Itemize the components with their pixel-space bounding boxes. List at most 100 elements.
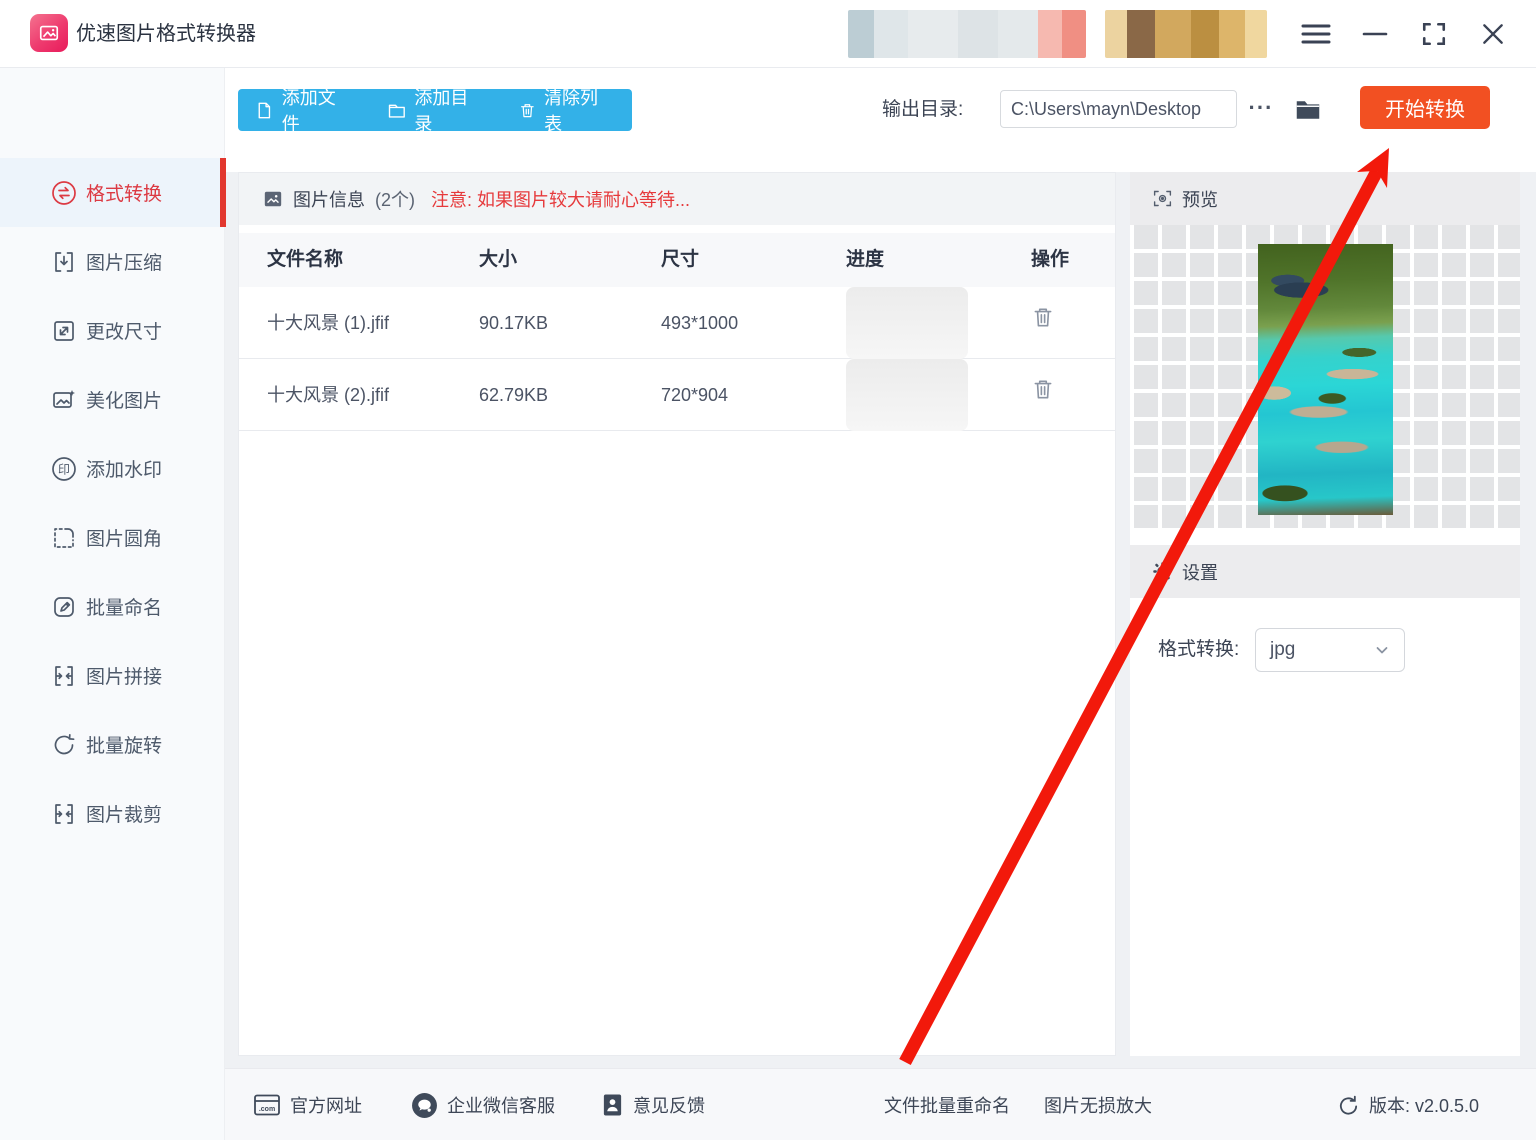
sidebar-item-label: 图片拼接 [86, 662, 162, 689]
add-file-button[interactable]: 添加文件 [238, 89, 370, 131]
splice-icon [50, 662, 77, 689]
feedback-link[interactable]: 意见反馈 [601, 1069, 705, 1141]
open-folder-button[interactable] [1293, 95, 1323, 125]
file-count: (2个) [375, 186, 415, 212]
sidebar-item-label: 批量旋转 [86, 731, 162, 758]
close-button[interactable] [1480, 21, 1506, 47]
sidebar: 格式转换 图片压缩 更改尺寸 美化图片 [0, 68, 225, 1140]
sidebar-item-beautify[interactable]: 美化图片 [0, 365, 225, 434]
folder-icon [387, 101, 407, 120]
sidebar-item-label: 美化图片 [86, 386, 162, 413]
folder-icon [1293, 95, 1323, 125]
table-header-row: 文件名称 大小 尺寸 进度 操作 [239, 233, 1115, 287]
blurred-user-badge [1105, 10, 1267, 58]
file-dimensions: 493*1000 [661, 287, 738, 359]
wechat-support-link[interactable]: 企业微信客服 [411, 1069, 555, 1141]
version-info[interactable]: 版本: v2.0.5.0 [1337, 1069, 1479, 1141]
feedback-icon [601, 1092, 624, 1118]
trash-icon [519, 101, 536, 120]
sidebar-item-label: 格式转换 [86, 179, 162, 206]
delete-file-button[interactable] [1031, 287, 1055, 359]
active-indicator-bar [220, 158, 226, 227]
format-selected-value: jpg [1270, 639, 1295, 661]
sidebar-item-batch-rotate[interactable]: 批量旋转 [0, 710, 225, 779]
beautify-image-icon [50, 386, 77, 413]
blurred-account-info [848, 10, 1086, 58]
gear-icon [1152, 561, 1173, 582]
compress-icon [50, 248, 77, 275]
svg-text:印: 印 [57, 462, 69, 476]
file-name: 十大风景 (2).jfif [267, 359, 389, 431]
crop-icon [50, 800, 77, 827]
version-text: 版本: v2.0.5.0 [1369, 1092, 1479, 1118]
menu-icon[interactable] [1301, 22, 1331, 46]
file-name: 十大风景 (1).jfif [267, 287, 389, 359]
rounded-corner-icon [50, 524, 77, 551]
start-convert-button[interactable]: 开始转换 [1360, 86, 1490, 129]
preview-image [1258, 244, 1393, 515]
sidebar-item-label: 添加水印 [86, 455, 162, 482]
official-site-link[interactable]: .com 官方网址 [253, 1069, 362, 1141]
sidebar-item-image-crop[interactable]: 图片裁剪 [0, 779, 225, 848]
sidebar-item-resize[interactable]: 更改尺寸 [0, 296, 225, 365]
preview-header: 预览 [1130, 172, 1520, 225]
clear-list-button[interactable]: 清除列表 [502, 89, 632, 131]
batch-rename-link[interactable]: 文件批量重命名 [884, 1069, 1010, 1141]
image-info-header: 图片信息 (2个) 注意: 如果图片较大请耐心等待... [239, 173, 1115, 225]
website-icon: .com [253, 1093, 281, 1117]
settings-header: 设置 [1130, 545, 1520, 598]
sidebar-item-watermark[interactable]: 印 添加水印 [0, 434, 225, 503]
app-title: 优速图片格式转换器 [76, 0, 256, 68]
file-actions-toolbar: 添加文件 添加目录 清除列表 [238, 89, 632, 131]
output-dir-input[interactable]: C:\Users\mayn\Desktop [1000, 90, 1237, 128]
maximize-button[interactable] [1421, 21, 1447, 47]
file-icon [255, 101, 274, 120]
preview-settings-panel: 预览 设置 格式转换: jpg [1130, 172, 1520, 1056]
lossless-upscale-link[interactable]: 图片无损放大 [1044, 1069, 1152, 1141]
wechat-icon [411, 1092, 438, 1119]
svg-text:.com: .com [259, 1106, 275, 1113]
trash-icon [1031, 377, 1055, 401]
transparency-checkerboard [1130, 225, 1520, 528]
format-select-dropdown[interactable]: jpg [1255, 628, 1405, 672]
col-operations: 操作 [1031, 233, 1069, 287]
settings-title: 设置 [1182, 559, 1218, 585]
app-logo-icon [30, 14, 68, 52]
table-row: 十大风景 (1).jfif 90.17KB 493*1000 [239, 287, 1115, 359]
sidebar-item-format-convert[interactable]: 格式转换 [0, 158, 225, 227]
image-info-icon [263, 189, 283, 209]
format-convert-label: 格式转换: [1158, 628, 1239, 672]
file-size: 90.17KB [479, 287, 548, 359]
col-dimensions: 尺寸 [661, 233, 699, 287]
chevron-down-icon [1374, 642, 1390, 658]
table-row: 十大风景 (2).jfif 62.79KB 720*904 [239, 359, 1115, 431]
sidebar-item-label: 图片压缩 [86, 248, 162, 275]
col-filename: 文件名称 [267, 233, 343, 287]
file-size: 62.79KB [479, 359, 548, 431]
footer-bar: .com 官方网址 企业微信客服 意见反馈 文件批量重命名 图片无损放大 版本:… [225, 1068, 1536, 1140]
sidebar-item-batch-rename[interactable]: 批量命名 [0, 572, 225, 641]
output-dir-label: 输出目录: [882, 89, 963, 131]
minimize-button[interactable] [1362, 22, 1388, 46]
sidebar-item-label: 图片圆角 [86, 524, 162, 551]
sidebar-item-rounded-corner[interactable]: 图片圆角 [0, 503, 225, 572]
delete-file-button[interactable] [1031, 359, 1055, 431]
size-warning-text: 注意: 如果图片较大请耐心等待... [431, 186, 690, 212]
trash-icon [1031, 305, 1055, 329]
format-convert-icon [50, 179, 77, 206]
add-directory-button[interactable]: 添加目录 [370, 89, 503, 131]
sidebar-item-image-compress[interactable]: 图片压缩 [0, 227, 225, 296]
title-bar: 优速图片格式转换器 [0, 0, 1536, 68]
sidebar-item-image-splice[interactable]: 图片拼接 [0, 641, 225, 710]
rotate-icon [50, 731, 77, 758]
panel-title: 图片信息 [293, 186, 365, 212]
browse-more-button[interactable]: ··· [1246, 89, 1276, 131]
image-info-panel: 图片信息 (2个) 注意: 如果图片较大请耐心等待... 文件名称 大小 尺寸 … [238, 172, 1116, 1056]
update-refresh-icon [1337, 1094, 1360, 1117]
rename-icon [50, 593, 77, 620]
col-progress: 进度 [846, 233, 884, 287]
col-size: 大小 [479, 233, 517, 287]
progress-bar [846, 287, 968, 359]
progress-bar [846, 359, 968, 431]
sidebar-item-label: 图片裁剪 [86, 800, 162, 827]
